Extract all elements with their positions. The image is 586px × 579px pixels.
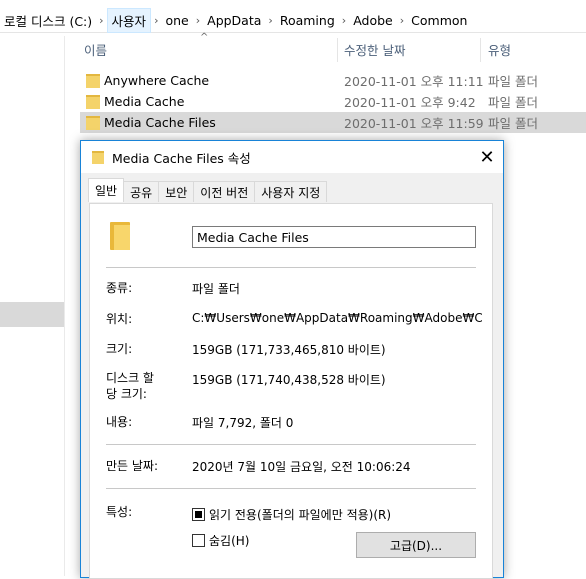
size-label: 크기:: [106, 342, 133, 356]
size-value: 159GB (171,733,465,810 바이트): [192, 343, 386, 357]
folder-name-input[interactable]: Media Cache Files: [192, 226, 476, 248]
column-divider[interactable]: [337, 38, 338, 62]
file-row-selected[interactable]: Media Cache Files 2020-11-01 오후 11:59 파일…: [80, 112, 586, 133]
folder-icon: [92, 150, 104, 164]
checkbox-empty-icon[interactable]: [192, 534, 205, 547]
file-type: 파일 폴더: [488, 74, 538, 89]
breadcrumb-item-one[interactable]: one: [161, 11, 192, 30]
file-row[interactable]: Anywhere Cache 2020-11-01 오후 11:11 파일 폴더: [80, 70, 586, 91]
chevron-right-icon[interactable]: ›: [265, 14, 275, 27]
column-header-type[interactable]: 유형: [488, 40, 511, 62]
type-label: 종류:: [106, 281, 133, 295]
created-label: 만든 날짜:: [106, 459, 159, 473]
hidden-checkbox[interactable]: 숨김(H): [192, 532, 249, 549]
column-header-name[interactable]: 이름: [84, 40, 107, 62]
chevron-right-icon[interactable]: ›: [96, 14, 106, 27]
divider: [106, 488, 476, 489]
hidden-checkbox-label: 숨김(H): [209, 534, 250, 548]
divider: [106, 444, 476, 445]
size-on-disk-label: 디스크 할 당 크기:: [106, 371, 154, 401]
chevron-right-icon[interactable]: ›: [397, 14, 407, 27]
folder-icon: [110, 222, 130, 250]
dialog-tabs: 일반 공유 보안 이전 버전 사용자 지정: [88, 178, 328, 203]
file-type: 파일 폴더: [488, 116, 538, 131]
location-label: 위치:: [106, 312, 133, 326]
type-value: 파일 폴더: [192, 282, 240, 296]
file-name: Media Cache: [104, 94, 185, 109]
breadcrumb-item-adobe[interactable]: Adobe: [349, 11, 397, 30]
tab-customize[interactable]: 사용자 지정: [254, 181, 328, 202]
tab-general[interactable]: 일반: [88, 178, 125, 202]
breadcrumb-item-local-disk[interactable]: 로컬 디스크 (C:): [0, 9, 96, 32]
created-value: 2020년 7월 10일 금요일, 오전 10:06:24: [192, 460, 411, 474]
navigation-pane-selected-item[interactable]: [0, 302, 64, 327]
sort-ascending-icon: ^: [200, 32, 209, 43]
chevron-right-icon[interactable]: ›: [339, 14, 349, 27]
location-value: C:₩Users₩one₩AppData₩Roaming₩Adobe₩Commo…: [192, 311, 482, 325]
tab-previous-versions[interactable]: 이전 버전: [193, 181, 256, 202]
breadcrumb-item-common[interactable]: Common: [407, 11, 471, 30]
general-tab-panel: Media Cache Files 종류: 파일 폴더 위치: C:₩Users…: [89, 203, 493, 579]
file-type: 파일 폴더: [488, 95, 538, 110]
breadcrumb-item-appdata[interactable]: AppData: [203, 11, 265, 30]
file-name: Anywhere Cache: [104, 73, 210, 88]
breadcrumb: 로컬 디스크 (C:) › 사용자 › one › AppData › Roam…: [0, 7, 586, 33]
divider: [106, 267, 476, 268]
file-row[interactable]: Media Cache 2020-11-01 오후 9:42 파일 폴더: [80, 91, 586, 112]
readonly-checkbox-label: 읽기 전용(폴더의 파일에만 적용)(R): [209, 508, 392, 522]
dialog-title: Media Cache Files 속성: [112, 150, 251, 166]
readonly-checkbox[interactable]: 읽기 전용(폴더의 파일에만 적용)(R): [192, 506, 391, 523]
folder-icon: [86, 94, 100, 109]
attributes-label: 특성:: [106, 505, 133, 519]
column-divider[interactable]: [480, 38, 481, 62]
tab-sharing[interactable]: 공유: [123, 181, 160, 202]
navigation-pane: [0, 36, 65, 576]
close-icon[interactable]: ✕: [471, 141, 503, 173]
folder-icon: [86, 73, 100, 88]
checkbox-partial-icon[interactable]: [192, 508, 205, 521]
advanced-button[interactable]: 고급(D)...: [356, 532, 476, 558]
file-date: 2020-11-01 오후 11:11: [344, 74, 484, 89]
file-date: 2020-11-01 오후 11:59: [344, 116, 484, 131]
breadcrumb-item-roaming[interactable]: Roaming: [276, 11, 339, 30]
size-on-disk-value: 159GB (171,740,438,528 바이트): [192, 373, 386, 387]
contains-label: 내용:: [106, 415, 133, 429]
tab-security[interactable]: 보안: [158, 181, 195, 202]
contains-value: 파일 7,792, 폴더 0: [192, 416, 294, 430]
breadcrumb-item-users[interactable]: 사용자: [106, 7, 152, 33]
chevron-right-icon[interactable]: ›: [193, 14, 203, 27]
dialog-title-bar[interactable]: Media Cache Files 속성 ✕: [81, 141, 503, 173]
column-header-date[interactable]: 수정한 날짜: [344, 40, 405, 62]
file-name: Media Cache Files: [104, 115, 216, 130]
properties-dialog: Media Cache Files 속성 ✕ 일반 공유 보안 이전 버전 사용…: [80, 140, 504, 579]
chevron-right-icon[interactable]: ›: [151, 14, 161, 27]
file-date: 2020-11-01 오후 9:42: [344, 95, 476, 110]
folder-icon: [86, 115, 100, 130]
